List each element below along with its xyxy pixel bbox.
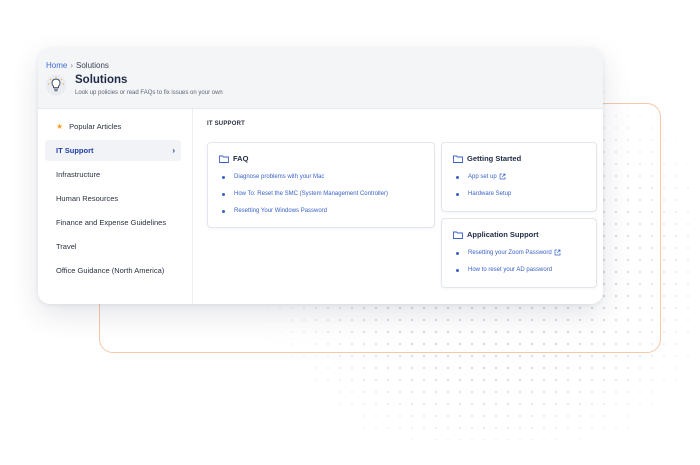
getting-started-title: Getting Started <box>467 154 522 163</box>
application-support-link[interactable]: Resetting your Zoom Password <box>456 245 561 262</box>
faq-card: FAQ Diagnose problems with your Mac How … <box>207 142 435 228</box>
card-title: Getting Started <box>453 154 521 163</box>
card-title: Application Support <box>453 230 539 239</box>
card-title: FAQ <box>219 154 248 163</box>
sidebar-item-label: Infrastructure <box>56 170 101 179</box>
page-subtitle: Look up policies or read FAQs to fix iss… <box>75 90 223 96</box>
section-title: IT SUPPORT <box>207 121 246 127</box>
link-label: App set up <box>468 174 497 180</box>
lightbulb-icon <box>45 74 67 96</box>
folder-icon <box>453 155 463 163</box>
breadcrumb-home-link[interactable]: Home <box>46 61 67 70</box>
sidebar-item-finance[interactable]: Finance and Expense Guidelines <box>45 212 181 233</box>
external-link-icon <box>499 173 506 180</box>
folder-icon <box>219 155 229 163</box>
application-support-link[interactable]: How to reset your AD password <box>456 262 561 279</box>
getting-started-link[interactable]: App set up <box>456 169 511 186</box>
sidebar-item-travel[interactable]: Travel <box>45 236 181 257</box>
getting-started-card: Getting Started App set up Hardware Setu… <box>441 142 597 212</box>
link-label: Resetting your Zoom Password <box>468 250 552 256</box>
application-support-link-list: Resetting your Zoom Password How to rese… <box>456 245 561 279</box>
page-title: Solutions <box>75 74 128 86</box>
faq-link-list: Diagnose problems with your Mac How To: … <box>222 169 388 220</box>
application-support-title: Application Support <box>467 230 539 239</box>
external-link-icon <box>554 249 561 256</box>
sidebar-item-infrastructure[interactable]: Infrastructure <box>45 164 181 185</box>
faq-title: FAQ <box>233 154 249 163</box>
solutions-window: Home › Solutions Solutions Look up policie… <box>38 48 603 304</box>
sidebar-item-it-support[interactable]: IT Support › <box>45 140 181 161</box>
folder-icon <box>453 231 463 239</box>
breadcrumb-separator: › <box>70 61 74 70</box>
sidebar-item-label: IT Support <box>56 146 94 155</box>
faq-link[interactable]: Resetting Your Windows Password <box>222 203 388 220</box>
star-icon: ★ <box>56 122 64 131</box>
sidebar-item-office-guidance[interactable]: Office Guidance (North America) <box>45 260 181 281</box>
sidebar-item-label: Finance and Expense Guidelines <box>56 218 167 227</box>
page-header: Home › Solutions Solutions Look up policie… <box>38 48 603 109</box>
getting-started-link[interactable]: Hardware Setup <box>456 186 511 203</box>
faq-link[interactable]: Diagnose problems with your Mac <box>222 169 388 186</box>
faq-link[interactable]: How To: Reset the SMC (System Management… <box>222 186 388 203</box>
application-support-card: Application Support Resetting your Zoom … <box>441 218 597 288</box>
sidebar-item-label: Human Resources <box>56 194 119 203</box>
chevron-right-icon: › <box>172 146 175 155</box>
sidebar-item-label: Office Guidance (North America) <box>56 266 165 275</box>
sidebar: ★ Popular Articles IT Support › Infrastru… <box>38 109 193 304</box>
getting-started-link-list: App set up Hardware Setup <box>456 169 511 203</box>
sidebar-item-label: Popular Articles <box>69 122 122 131</box>
breadcrumb: Home › Solutions <box>46 61 109 70</box>
sidebar-item-popular-articles[interactable]: ★ Popular Articles <box>45 116 181 137</box>
sidebar-item-label: Travel <box>56 242 77 251</box>
breadcrumb-current: Solutions <box>76 61 109 70</box>
sidebar-item-human-resources[interactable]: Human Resources <box>45 188 181 209</box>
